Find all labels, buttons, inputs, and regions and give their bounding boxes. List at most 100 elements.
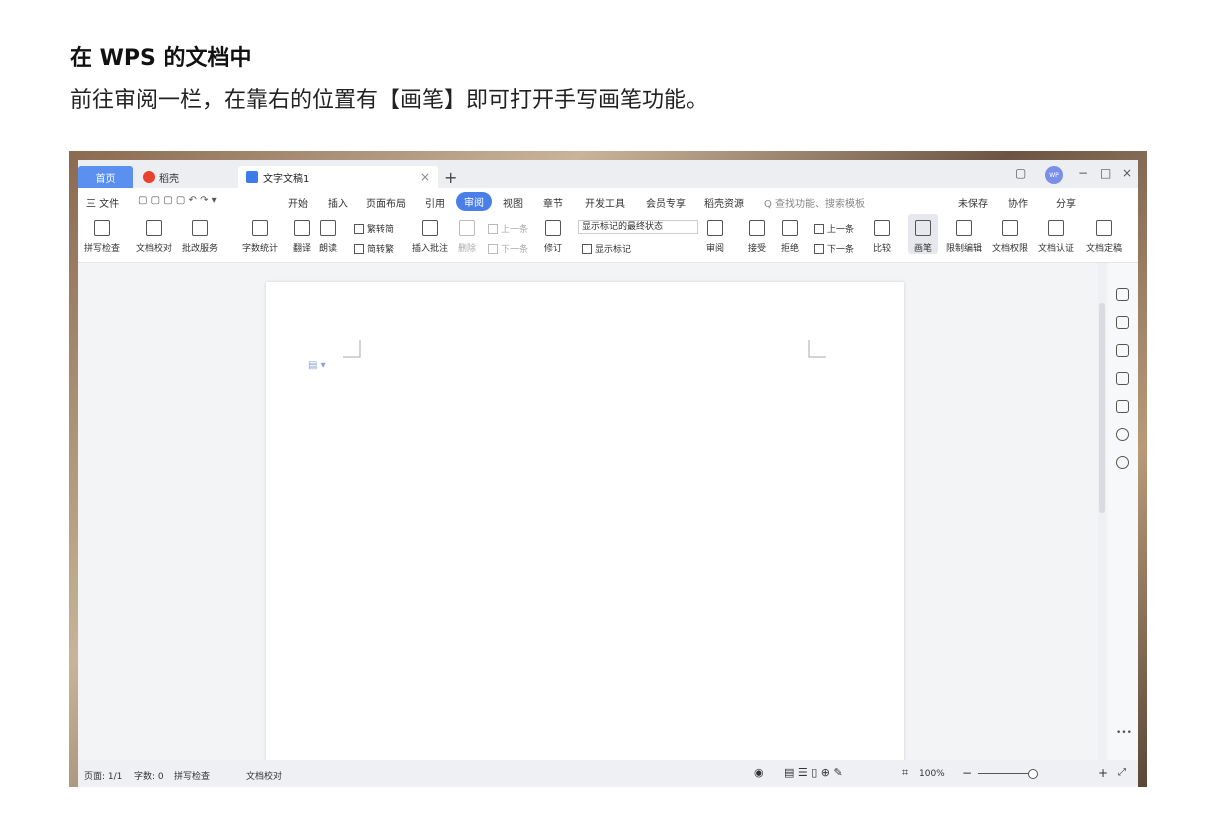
menu-reference[interactable]: 引用 [425, 195, 445, 210]
status-spellcheck[interactable]: 拼写检查 [174, 769, 210, 782]
menu-member[interactable]: 会员专享 [646, 195, 686, 210]
zoom-level[interactable]: 100% [919, 769, 945, 779]
pen-tool-icon[interactable] [1116, 316, 1129, 329]
rocket-icon[interactable] [1116, 288, 1129, 301]
next-change-label: 下一条 [827, 245, 855, 255]
read-button[interactable]: 朗读 [319, 214, 337, 254]
search-field[interactable]: Q 查找功能、搜索模板 [764, 195, 865, 210]
reject-icon [782, 220, 798, 236]
minimize-icon[interactable]: − [1078, 166, 1088, 180]
menu-daoke-resources[interactable]: 稻壳资源 [704, 195, 744, 210]
doc-finalize-button[interactable]: 文档定稿 [1086, 214, 1122, 254]
review-pane-button[interactable]: 审阅 [706, 214, 724, 254]
more-icon[interactable]: ••• [1116, 728, 1132, 738]
revise-button[interactable]: 修订 [544, 214, 562, 254]
avatar[interactable]: WP [1045, 166, 1063, 184]
document-icon [246, 171, 258, 183]
menu-review[interactable]: 审阅 [456, 192, 492, 211]
scrollbar-thumb[interactable] [1099, 303, 1105, 513]
quick-toolbar-icons[interactable]: ▢ ▢ ▢ ▢ ↶ ↷ ▾ [138, 195, 217, 206]
show-markup-icon [582, 243, 592, 254]
settings-sliders-icon[interactable] [1116, 372, 1129, 385]
tab-document[interactable]: 文字文稿1 × [238, 166, 438, 188]
prev-comment-button[interactable]: 上一条 [488, 222, 528, 235]
new-tab-icon[interactable]: + [444, 168, 457, 187]
menu-layout[interactable]: 页面布局 [366, 195, 406, 210]
show-markup-button[interactable]: 显示标记 [582, 242, 631, 255]
file-menu[interactable]: 三 文件 [86, 195, 119, 210]
zoom-slider[interactable] [978, 773, 1033, 774]
trad2simp-label: 繁转简 [367, 225, 395, 235]
zoom-slider-knob[interactable] [1028, 769, 1038, 779]
spellcheck-label: 拼写检查 [84, 244, 121, 254]
review-pane-label: 审阅 [706, 244, 725, 254]
simp2trad-label: 简转繁 [367, 245, 395, 255]
pen-button[interactable]: 画笔 [908, 214, 938, 254]
unsaved-status[interactable]: 未保存 [958, 195, 988, 210]
doccheck-button[interactable]: 文档校对 [136, 214, 172, 254]
tab-daoke[interactable]: 稻壳 [135, 166, 223, 188]
word-count[interactable]: 字数: 0 [134, 769, 164, 782]
fullscreen-icon[interactable]: ⤢ [1118, 767, 1126, 778]
insertcomment-label: 插入批注 [412, 244, 449, 254]
view-mode-icons[interactable]: ▤ ☰ ▯ ⊕ ✎ [784, 766, 843, 779]
read-icon [320, 220, 336, 236]
next-change-button[interactable]: 下一条 [814, 242, 854, 255]
menu-devtools[interactable]: 开发工具 [585, 195, 625, 210]
accept-button[interactable]: 接受 [748, 214, 766, 254]
zoom-in-icon[interactable]: + [1098, 766, 1108, 780]
batchservice-icon [192, 220, 208, 236]
simp2trad-button[interactable]: 简转繁 [354, 242, 394, 255]
translate-button[interactable]: 翻译 [293, 214, 311, 254]
trad2simp-button[interactable]: 繁转简 [354, 222, 394, 235]
close-icon[interactable]: × [1122, 166, 1132, 180]
menu-start[interactable]: 开始 [288, 195, 308, 210]
permission-icon [1002, 220, 1018, 236]
vertical-scrollbar[interactable] [1098, 263, 1106, 760]
review-pane-icon [707, 220, 723, 236]
select-cursor-icon[interactable] [1116, 344, 1129, 357]
eye-protect-icon[interactable]: ◉ [754, 766, 764, 779]
prev-change-button[interactable]: 上一条 [814, 222, 854, 235]
tab-close-icon[interactable]: × [420, 170, 430, 184]
batchservice-label: 批改服务 [182, 244, 219, 254]
spellcheck-button[interactable]: 拼写检查 [84, 214, 120, 254]
compare-button[interactable]: 比较 [873, 214, 891, 254]
insertcomment-button[interactable]: 插入批注 [412, 214, 448, 254]
zoom-out-icon[interactable]: − [962, 766, 972, 780]
status-doccheck[interactable]: 文档校对 [246, 769, 282, 782]
markup-state-select[interactable]: 显示标记的最终状态 [578, 220, 698, 234]
review-ribbon: 拼写检查 文档校对 批改服务 字数统计 翻译 朗读 繁转简 简转繁 插入批注 删… [78, 214, 1138, 263]
right-sidebar: ••• [1108, 263, 1138, 760]
doc-certify-button[interactable]: 文档认证 [1038, 214, 1074, 254]
share-button[interactable]: 分享 [1056, 195, 1076, 210]
wordcount-button[interactable]: 字数统计 [242, 214, 278, 254]
doc-finalize-label: 文档定稿 [1086, 244, 1123, 254]
prev-comment-icon [488, 223, 498, 234]
document-page[interactable]: ▤ ▾ [266, 282, 904, 762]
backup-icon[interactable] [1116, 400, 1129, 413]
menu-view[interactable]: 视图 [503, 195, 523, 210]
tab-home[interactable]: 首页 [78, 166, 133, 188]
delete-button[interactable]: 删除 [458, 214, 476, 254]
compare-icon [874, 220, 890, 236]
next-comment-button[interactable]: 下一条 [488, 242, 528, 255]
menu-insert[interactable]: 插入 [328, 195, 348, 210]
reject-button[interactable]: 拒绝 [781, 214, 799, 254]
doc-permission-button[interactable]: 文档权限 [992, 214, 1028, 254]
paste-options-icon[interactable]: ▤ ▾ [308, 360, 326, 371]
layout-icon[interactable]: ▢ [1015, 166, 1026, 180]
certify-icon [1048, 220, 1064, 236]
collab-button[interactable]: 协作 [1008, 195, 1028, 210]
wordcount-label: 字数统计 [242, 244, 279, 254]
location-icon[interactable] [1116, 456, 1129, 469]
prev-change-icon [814, 223, 824, 234]
restrict-edit-button[interactable]: 限制编辑 [946, 214, 982, 254]
doccheck-icon [146, 220, 162, 236]
help-icon[interactable] [1116, 428, 1129, 441]
batchservice-button[interactable]: 批改服务 [182, 214, 218, 254]
maximize-icon[interactable]: □ [1100, 166, 1111, 180]
menu-chapter[interactable]: 章节 [543, 195, 563, 210]
fit-page-icon[interactable]: ⌗ [902, 766, 908, 780]
margin-marker-top-left [343, 340, 361, 358]
